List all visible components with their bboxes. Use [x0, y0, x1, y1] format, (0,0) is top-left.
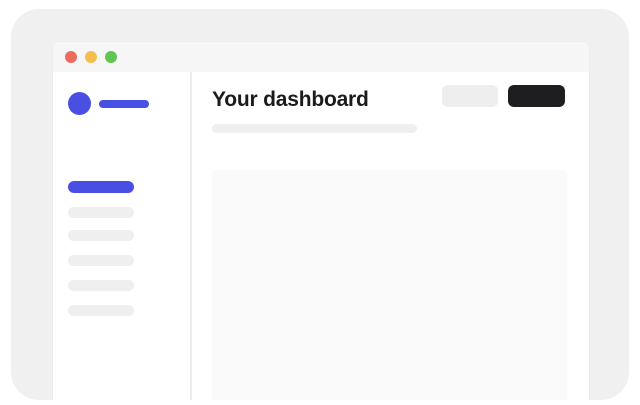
logo-icon[interactable] [68, 92, 91, 115]
subtitle-placeholder [212, 124, 417, 133]
minimize-window-button[interactable] [85, 51, 97, 63]
primary-button[interactable] [508, 85, 565, 107]
sidebar [53, 72, 192, 400]
sidebar-item-2[interactable] [68, 207, 134, 218]
content-panel-placeholder [212, 170, 567, 400]
close-window-button[interactable] [65, 51, 77, 63]
app-window: Your dashboard [53, 42, 589, 400]
maximize-window-button[interactable] [105, 51, 117, 63]
sidebar-item-4[interactable] [68, 255, 134, 266]
sidebar-item-active[interactable] [68, 181, 134, 193]
secondary-button[interactable] [442, 85, 498, 107]
sidebar-item-5[interactable] [68, 280, 134, 291]
sidebar-item-3[interactable] [68, 230, 134, 241]
window-titlebar [53, 42, 589, 72]
main-content: Your dashboard [192, 72, 589, 400]
screenshot-frame: Your dashboard [11, 9, 629, 400]
page-title: Your dashboard [212, 88, 369, 111]
sidebar-item-6[interactable] [68, 305, 134, 316]
logo-wordmark-placeholder [99, 100, 149, 108]
